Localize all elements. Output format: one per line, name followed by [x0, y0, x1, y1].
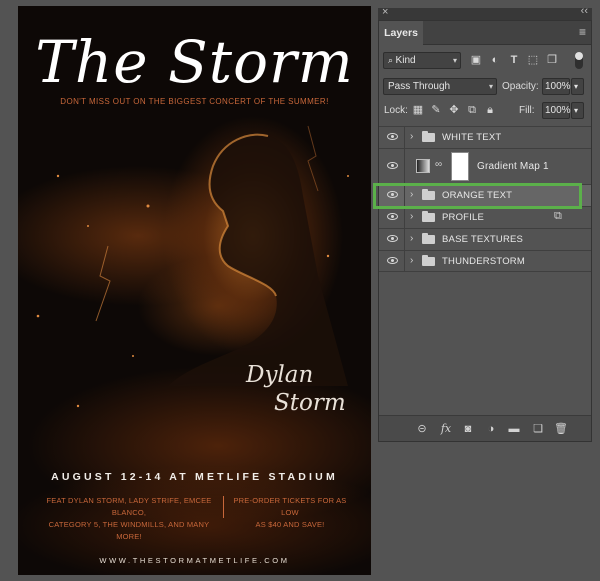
- poster-tagline: DON'T MISS OUT ON THE BIGGEST CONCERT OF…: [60, 97, 329, 106]
- new-adjustment-icon[interactable]: ◑: [484, 422, 498, 436]
- layer-name: WHITE TEXT: [442, 132, 502, 143]
- adjustment-thumbnail[interactable]: [416, 159, 430, 173]
- folder-icon: [422, 255, 435, 266]
- layer-name: Gradient Map 1: [477, 161, 549, 172]
- blend-row: Pass Through ▾ Opacity: 100% ▾: [379, 76, 593, 98]
- fill-label: Fill:: [519, 105, 535, 116]
- link-layers-icon[interactable]: ⊝: [415, 422, 429, 436]
- featured-artists-line-1: FEAT DYLAN STORM, LADY STRIFE, EMCEE BLA…: [46, 496, 212, 517]
- chevron-down-icon: ▾: [488, 82, 493, 91]
- lock-pixels-icon[interactable]: ✎: [429, 103, 443, 117]
- lock-label: Lock:: [384, 105, 408, 116]
- layers-panel: Layers ≡ ⌕ Kind ▾ ▣ ◐ T ⬚ ❐ Pass Through…: [378, 20, 592, 442]
- eye-icon: [387, 162, 398, 169]
- folder-icon: [422, 131, 435, 142]
- visibility-toggle[interactable]: [379, 149, 405, 184]
- filter-kind-select[interactable]: ⌕ Kind ▾: [383, 52, 461, 69]
- panel-footer: ⊝ fx ◙ ◑ ▬ ❏ 🗑︎: [379, 415, 591, 441]
- lock-artboard-icon[interactable]: ⧉: [465, 103, 479, 117]
- filter-pixel-icon[interactable]: ▣: [469, 53, 483, 67]
- artist-first-name: Dylan: [246, 362, 314, 388]
- opacity-label: Opacity:: [502, 81, 539, 92]
- selection-highlight-box: [373, 183, 582, 209]
- trash-icon[interactable]: 🗑︎: [554, 422, 568, 436]
- featured-artists: FEAT DYLAN STORM, LADY STRIFE, EMCEE BLA…: [36, 495, 222, 543]
- event-url: WWW.THESTORMATMETLIFE.COM: [99, 556, 290, 565]
- search-icon: ⌕: [388, 55, 396, 65]
- chevron-down-icon: ▾: [452, 56, 457, 65]
- panel-menu-icon[interactable]: ≡: [579, 25, 586, 39]
- blend-mode-select[interactable]: Pass Through ▾: [383, 78, 497, 95]
- artist-last-name: Storm: [274, 390, 346, 416]
- visibility-toggle[interactable]: [379, 251, 405, 271]
- lock-transparency-icon[interactable]: ▦: [411, 103, 425, 117]
- layer-name: THUNDERSTORM: [442, 256, 525, 267]
- fill-dropdown[interactable]: ▾: [571, 102, 584, 119]
- opacity-input[interactable]: 100%: [542, 78, 571, 95]
- filter-type-icon[interactable]: T: [507, 53, 521, 67]
- tab-layers[interactable]: Layers: [379, 21, 423, 45]
- poster-divider: [223, 496, 224, 518]
- filter-shape-icon[interactable]: ⬚: [526, 53, 540, 67]
- layer-row-gradient-map[interactable]: ∞ Gradient Map 1: [379, 148, 591, 184]
- opacity-dropdown[interactable]: ▾: [571, 78, 584, 95]
- layer-name: PROFILE: [442, 212, 485, 223]
- ticket-info-line-1: PRE-ORDER TICKETS FOR AS LOW: [233, 496, 347, 517]
- visibility-toggle[interactable]: [379, 127, 405, 148]
- featured-artists-line-2: CATEGORY 5, THE WINDMILLS, AND MANY MORE…: [48, 520, 210, 541]
- filter-smart-object-icon[interactable]: ❐: [545, 53, 559, 67]
- clipping-link-icon: ⧉: [554, 210, 562, 222]
- ticket-info: PRE-ORDER TICKETS FOR AS LOW AS $40 AND …: [225, 495, 355, 531]
- blend-mode-value: Pass Through: [388, 81, 451, 92]
- layer-mask-thumbnail[interactable]: [451, 152, 469, 181]
- eye-icon: [387, 213, 398, 220]
- visibility-toggle[interactable]: [379, 207, 405, 228]
- lock-position-icon[interactable]: ✥: [447, 103, 461, 117]
- new-layer-icon[interactable]: ❏: [531, 422, 545, 436]
- filter-kind-value: Kind: [395, 55, 416, 66]
- layer-row-thunderstorm[interactable]: › THUNDERSTORM: [379, 250, 591, 272]
- filter-adjustment-icon[interactable]: ◐: [488, 53, 502, 67]
- lock-all-icon[interactable]: 🔒︎: [483, 103, 497, 117]
- layer-name: BASE TEXTURES: [442, 234, 524, 245]
- fx-icon[interactable]: fx: [439, 422, 453, 436]
- visibility-toggle[interactable]: [379, 229, 405, 250]
- filter-toggle-knob: [575, 52, 583, 60]
- chevron-down-icon: ▾: [574, 82, 579, 91]
- filter-row: ⌕ Kind ▾ ▣ ◐ T ⬚ ❐: [379, 50, 593, 72]
- layer-row-white-text[interactable]: › WHITE TEXT: [379, 126, 591, 148]
- chevron-right-icon[interactable]: ›: [410, 233, 413, 244]
- eye-icon: [387, 133, 398, 140]
- chevron-right-icon[interactable]: ›: [410, 255, 413, 266]
- layer-row-base-textures[interactable]: › BASE TEXTURES: [379, 228, 591, 250]
- ticket-info-line-2: AS $40 AND SAVE!: [255, 520, 325, 529]
- panel-header: Layers ≡: [379, 21, 591, 45]
- chevron-right-icon[interactable]: ›: [410, 211, 413, 222]
- folder-icon: [422, 211, 435, 222]
- poster-title: The Storm: [35, 28, 354, 96]
- fill-input[interactable]: 100%: [542, 102, 571, 119]
- collapse-icon[interactable]: ‹‹: [581, 5, 588, 17]
- eye-icon: [387, 235, 398, 242]
- panel-title-strip: × ‹‹: [378, 5, 592, 20]
- new-group-icon[interactable]: ▬: [507, 422, 521, 436]
- lock-row: Lock: ▦ ✎ ✥ ⧉ 🔒︎ Fill: 100% ▾: [379, 100, 593, 122]
- chevron-right-icon[interactable]: ›: [410, 131, 413, 142]
- eye-icon: [387, 257, 398, 264]
- poster-canvas: The Storm DON'T MISS OUT ON THE BIGGEST …: [18, 6, 371, 575]
- chevron-down-icon: ▾: [574, 106, 579, 115]
- add-mask-icon[interactable]: ◙: [461, 422, 475, 436]
- event-dates: AUGUST 12-14 AT METLIFE STADIUM: [51, 471, 338, 483]
- filter-toggle[interactable]: [575, 52, 583, 69]
- chain-link-icon[interactable]: ∞: [435, 159, 442, 170]
- layer-row-profile[interactable]: › PROFILE ⧉: [379, 206, 591, 228]
- close-icon[interactable]: ×: [382, 6, 388, 18]
- folder-icon: [422, 233, 435, 244]
